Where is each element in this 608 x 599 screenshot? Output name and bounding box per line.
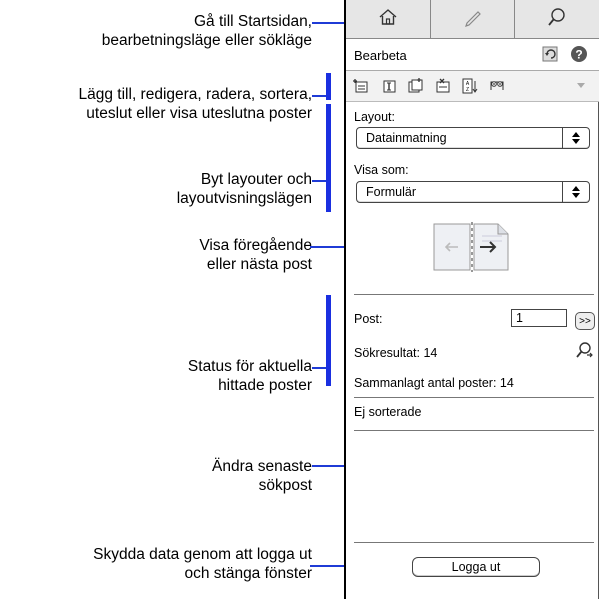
help-icon[interactable]: ? xyxy=(570,45,588,68)
edit-record-icon[interactable] xyxy=(379,76,399,96)
book-icon[interactable] xyxy=(432,218,512,279)
leader-status xyxy=(312,367,326,369)
home-icon xyxy=(378,8,398,31)
callout-book-line2: eller nästa post xyxy=(206,256,312,273)
callout-layouts-line1: Byt layouter och xyxy=(200,171,312,188)
divider xyxy=(354,542,594,543)
modify-find-icon[interactable] xyxy=(574,341,594,366)
found-count: Sökresultat: 14 xyxy=(354,346,438,360)
callout-records-line2: uteslut eller visa uteslutna poster xyxy=(86,105,312,122)
menu-arrow-icon[interactable] xyxy=(571,76,591,96)
callout-records: Lägg till, redigera, radera, sortera, ut… xyxy=(79,85,312,123)
callout-nav: Gå till Startsidan, bearbetningsläge ell… xyxy=(102,12,312,50)
callout-records-line1: Lägg till, redigera, radera, sortera, xyxy=(78,86,312,103)
callout-book-line1: Visa föregående xyxy=(199,237,312,254)
find-mode-button[interactable] xyxy=(515,0,599,38)
sort-status: Ej sorterade xyxy=(354,405,422,419)
post-label: Post: xyxy=(354,312,383,326)
updown-arrows-icon xyxy=(562,182,589,202)
callout-layouts-line2: layoutvisningslägen xyxy=(176,190,312,207)
sort-icon[interactable]: AZ xyxy=(460,76,480,96)
updown-arrows-icon xyxy=(562,128,589,148)
divider xyxy=(354,294,594,295)
show-omitted-icon[interactable] xyxy=(487,76,507,96)
view-label: Visa som: xyxy=(354,163,409,177)
record-toolbar: AZ xyxy=(346,71,599,102)
divider xyxy=(354,430,594,431)
callout-status-line2: hittade poster xyxy=(218,377,312,394)
duplicate-record-icon[interactable] xyxy=(406,76,426,96)
home-button[interactable] xyxy=(346,0,431,38)
browse-mode-button[interactable] xyxy=(431,0,516,38)
leader-layouts xyxy=(312,180,326,182)
view-select[interactable]: Formulär xyxy=(356,181,590,203)
layout-label: Layout: xyxy=(354,110,396,124)
callout-status-line1: Status för aktuella xyxy=(187,358,312,375)
mode-nav xyxy=(346,0,599,39)
delete-record-icon[interactable] xyxy=(433,76,453,96)
layout-select-value: Datainmatning xyxy=(366,131,447,145)
callout-modify-line1: Ändra senaste xyxy=(212,458,312,475)
callout-status: Status för aktuella hittade poster xyxy=(188,357,312,395)
layout-select[interactable]: Datainmatning xyxy=(356,127,590,149)
leader-records xyxy=(312,95,326,97)
leader-nav xyxy=(312,22,346,24)
mode-title: Bearbeta xyxy=(354,48,407,63)
callout-book: Visa föregående eller nästa post xyxy=(199,236,312,274)
bar-records xyxy=(326,73,331,100)
callout-modify-line2: sökpost xyxy=(258,477,312,494)
callout-logout-line1: Skydda data genom att logga ut xyxy=(93,546,312,563)
mode-header: Bearbeta ? xyxy=(346,39,599,71)
logout-button[interactable]: Logga ut xyxy=(412,557,540,577)
svg-text:Z: Z xyxy=(466,87,469,93)
bar-layouts xyxy=(326,104,331,212)
refresh-icon[interactable] xyxy=(541,45,561,68)
callout-nav-line2: bearbetningsläge eller sökläge xyxy=(101,32,312,49)
callout-nav-line1: Gå till Startsidan, xyxy=(193,13,312,30)
callout-logout: Skydda data genom att logga ut och stäng… xyxy=(93,545,312,583)
bar-status xyxy=(326,295,331,386)
pane: Bearbeta ? AZ Layout: Datainmatning Visa… xyxy=(344,0,599,599)
callout-layouts: Byt layouter och layoutvisningslägen xyxy=(177,170,312,208)
divider xyxy=(354,397,594,398)
post-number-input[interactable]: 1 xyxy=(511,309,567,327)
callout-logout-line2: och stänga fönster xyxy=(184,565,312,582)
go-to-record-button[interactable]: >> xyxy=(575,312,595,330)
callout-modify: Ändra senaste sökpost xyxy=(212,457,312,495)
pencil-icon xyxy=(463,7,483,32)
total-count: Sammanlagt antal poster: 14 xyxy=(354,376,514,390)
svg-text:?: ? xyxy=(575,48,582,62)
magnifier-icon xyxy=(546,6,568,33)
view-select-value: Formulär xyxy=(366,185,417,199)
new-record-icon[interactable] xyxy=(351,76,371,96)
